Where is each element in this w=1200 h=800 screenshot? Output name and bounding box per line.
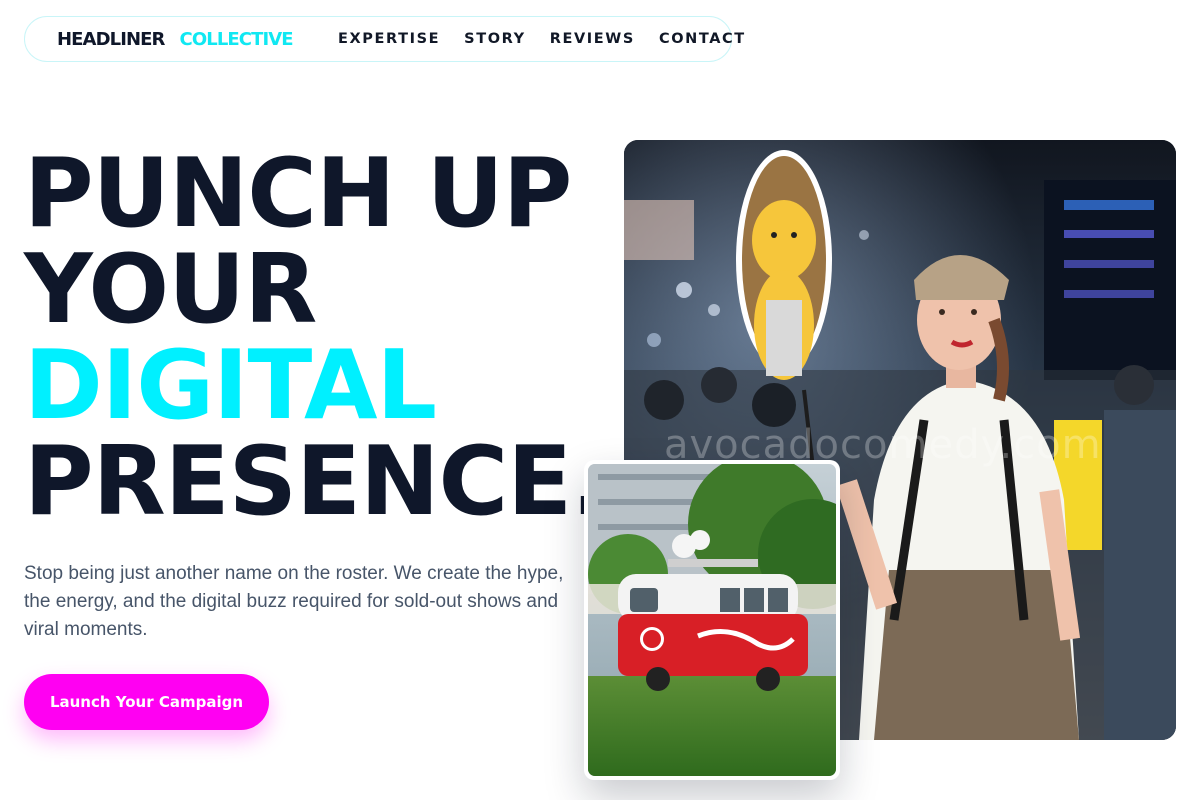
- hero-headline: PUNCH UP YOUR DIGITAL PRESENCE.: [24, 139, 607, 537]
- top-nav: HEADLINER COLLECTIVE EXPERTISE STORY REV…: [24, 16, 744, 62]
- hero-photo-secondary: [584, 460, 840, 780]
- headline-line-3-accent: DIGITAL: [24, 331, 437, 441]
- red-van-image: [588, 464, 836, 776]
- nav-link-reviews[interactable]: REVIEWS: [550, 31, 635, 47]
- hero-subtext: Stop being just another name on the rost…: [24, 563, 564, 640]
- nav-link-contact[interactable]: CONTACT: [659, 31, 746, 47]
- headline-line-1: PUNCH UP: [24, 139, 572, 249]
- nav-link-expertise[interactable]: EXPERTISE: [338, 31, 440, 47]
- brand-logo[interactable]: HEADLINER COLLECTIVE: [57, 29, 294, 50]
- headline-line-4: PRESENCE.: [24, 427, 607, 537]
- launch-campaign-button[interactable]: Launch Your Campaign: [24, 674, 269, 730]
- logo-accent-text: COLLECTIVE: [179, 29, 294, 50]
- nav-links: EXPERTISE STORY REVIEWS CONTACT: [338, 31, 746, 47]
- nav-link-story[interactable]: STORY: [464, 31, 526, 47]
- logo-primary-text: HEADLINER: [57, 29, 165, 50]
- headline-line-2: YOUR: [24, 235, 317, 345]
